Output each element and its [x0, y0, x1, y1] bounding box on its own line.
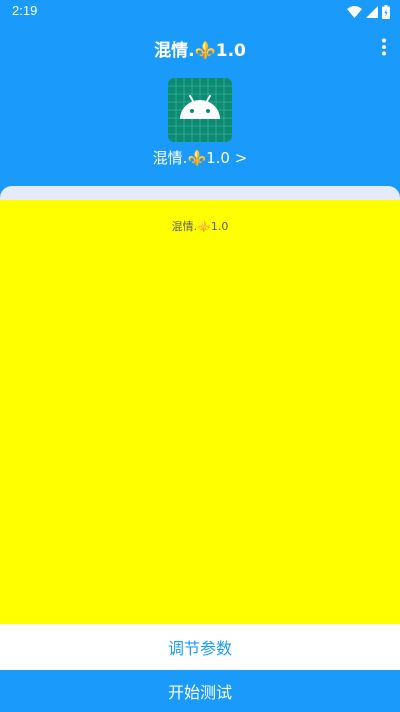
adjust-params-button[interactable]: 调节参数	[0, 625, 400, 669]
status-bar: 2:19	[0, 0, 400, 24]
app-title: 混情.⚜️1.0	[154, 41, 246, 61]
status-time: 2:19	[12, 3, 38, 18]
start-test-button[interactable]: 开始测试	[0, 670, 400, 712]
content-area: 混情.⚜️1.0	[0, 200, 400, 624]
app-bar: 混情.⚜️1.0	[0, 24, 400, 70]
status-icons	[347, 5, 390, 19]
app-info-link[interactable]: 混情.⚜️1.0 >	[0, 147, 400, 168]
android-icon[interactable]	[168, 78, 232, 142]
content-caption: 混情.⚜️1.0	[171, 220, 229, 233]
battery-icon	[382, 5, 390, 19]
wifi-icon	[347, 6, 362, 18]
signal-icon	[366, 6, 378, 18]
app-screen: 2:19 混情.⚜️1.0 混情.⚜️1.0 > 混情.⚜️1.0 调节参数 开…	[0, 0, 400, 712]
app-header: 混情.⚜️1.0 >	[0, 70, 400, 200]
more-vert-icon[interactable]	[380, 38, 388, 56]
